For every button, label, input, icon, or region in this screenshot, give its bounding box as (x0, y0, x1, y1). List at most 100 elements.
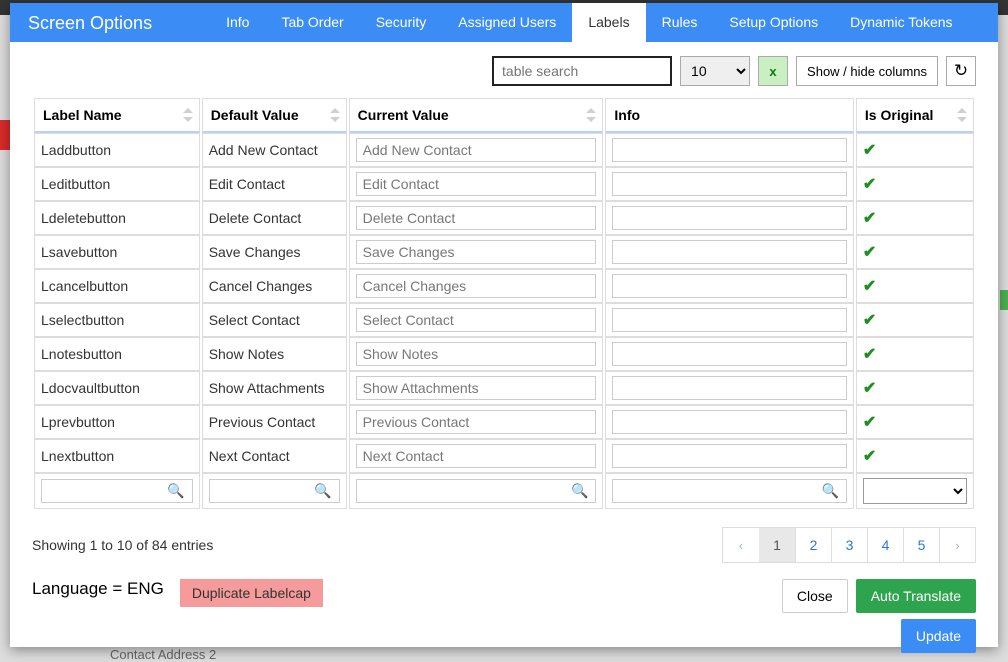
cell-label-name: Lprevbutton (34, 405, 200, 439)
pager-page-2[interactable]: 2 (795, 528, 831, 562)
table-row: LnotesbuttonShow Notes✔ (34, 337, 974, 371)
labels-table: Label Name Default Value Current Value I… (32, 98, 976, 509)
page-size-select[interactable]: 10 (680, 56, 750, 86)
excel-icon: x (769, 64, 776, 79)
tab-dynamic-tokens[interactable]: Dynamic Tokens (834, 3, 968, 42)
cell-is-original: ✔ (856, 337, 974, 371)
input-current-value[interactable] (356, 206, 597, 230)
tab-labels[interactable]: Labels (572, 3, 645, 42)
tab-security[interactable]: Security (360, 3, 443, 42)
input-current-value[interactable] (356, 308, 597, 332)
auto-translate-button[interactable]: Auto Translate (856, 579, 976, 613)
cell-is-original: ✔ (856, 235, 974, 269)
pager-page-3[interactable]: 3 (831, 528, 867, 562)
input-info[interactable] (612, 376, 847, 400)
cell-default-value: Select Contact (202, 303, 347, 337)
modal-tabs: Screen Options InfoTab OrderSecurityAssi… (10, 3, 998, 42)
input-current-value[interactable] (356, 172, 597, 196)
table-row: LeditbuttonEdit Contact ✔ (34, 167, 974, 201)
input-info[interactable] (612, 444, 847, 468)
table-search-input[interactable] (492, 56, 672, 86)
input-current-value[interactable] (356, 274, 597, 298)
cell-is-original: ✔ (856, 167, 974, 201)
cell-label-name: Lcancelbutton (34, 269, 200, 303)
table-row: LnextbuttonNext Contact✔ (34, 439, 974, 473)
pager-page-1[interactable]: 1 (759, 528, 795, 562)
showing-entries-text: Showing 1 to 10 of 84 entries (32, 537, 213, 553)
filter-default-value[interactable] (209, 479, 340, 503)
check-icon: ✔ (863, 312, 876, 329)
input-info[interactable] (612, 172, 847, 196)
pager-page-4[interactable]: 4 (867, 528, 903, 562)
table-row: LselectbuttonSelect Contact ✔ (34, 303, 974, 337)
cell-default-value: Delete Contact (202, 201, 347, 235)
tab-assigned-users[interactable]: Assigned Users (442, 3, 572, 42)
input-current-value[interactable] (356, 376, 597, 400)
cell-label-name: Laddbutton (34, 133, 200, 167)
input-info[interactable] (612, 206, 847, 230)
col-header-label-name[interactable]: Label Name (34, 98, 200, 133)
cell-default-value: Edit Contact (202, 167, 347, 201)
sort-icon (330, 108, 340, 122)
check-icon: ✔ (863, 176, 876, 193)
screen-options-modal: Screen Options InfoTab OrderSecurityAssi… (10, 3, 998, 647)
col-header-info[interactable]: Info (605, 98, 854, 133)
filter-info[interactable] (612, 479, 847, 503)
check-icon: ✔ (863, 278, 876, 295)
input-info[interactable] (612, 240, 847, 264)
export-excel-button[interactable]: x (758, 56, 788, 86)
tab-rules[interactable]: Rules (646, 3, 714, 42)
refresh-button[interactable]: ↻ (946, 56, 976, 86)
input-current-value[interactable] (356, 410, 597, 434)
cell-is-original: ✔ (856, 371, 974, 405)
cell-default-value: Show Attachments (202, 371, 347, 405)
sort-icon (957, 108, 967, 122)
tab-setup-options[interactable]: Setup Options (713, 3, 834, 42)
check-icon: ✔ (863, 210, 876, 227)
cell-is-original: ✔ (856, 303, 974, 337)
filter-current-value[interactable] (356, 479, 597, 503)
sort-icon (586, 108, 596, 122)
check-icon: ✔ (863, 346, 876, 363)
update-button[interactable]: Update (901, 619, 976, 653)
col-header-default-value[interactable]: Default Value (202, 98, 347, 133)
check-icon: ✔ (863, 414, 876, 431)
col-header-current-value[interactable]: Current Value (349, 98, 604, 133)
cell-label-name: Ldeletebutton (34, 201, 200, 235)
input-info[interactable] (612, 342, 847, 366)
input-current-value[interactable] (356, 240, 597, 264)
language-label: Language = ENG (32, 579, 164, 599)
input-current-value[interactable] (356, 342, 597, 366)
pager-next[interactable]: › (939, 528, 975, 562)
pager-page-5[interactable]: 5 (903, 528, 939, 562)
show-hide-columns-button[interactable]: Show / hide columns (796, 56, 938, 86)
input-info[interactable] (612, 138, 847, 162)
input-info[interactable] (612, 410, 847, 434)
cell-is-original: ✔ (856, 439, 974, 473)
duplicate-labelcap-button[interactable]: Duplicate Labelcap (180, 579, 323, 607)
check-icon: ✔ (863, 380, 876, 397)
input-current-value[interactable] (356, 444, 597, 468)
col-header-is-original[interactable]: Is Original (856, 98, 974, 133)
table-row: LprevbuttonPrevious Contact ✔ (34, 405, 974, 439)
cell-default-value: Next Contact (202, 439, 347, 473)
tab-tab-order[interactable]: Tab Order (265, 3, 359, 42)
input-info[interactable] (612, 274, 847, 298)
check-icon: ✔ (863, 244, 876, 261)
cell-default-value: Add New Contact (202, 133, 347, 167)
cell-label-name: Lselectbutton (34, 303, 200, 337)
check-icon: ✔ (863, 142, 876, 159)
tab-info[interactable]: Info (210, 3, 265, 42)
pager: ‹ 12345 › (722, 527, 976, 563)
close-button[interactable]: Close (782, 579, 848, 613)
cell-label-name: Leditbutton (34, 167, 200, 201)
input-info[interactable] (612, 308, 847, 332)
cell-default-value: Cancel Changes (202, 269, 347, 303)
input-current-value[interactable] (356, 138, 597, 162)
filter-label-name[interactable] (41, 479, 193, 503)
filter-is-original[interactable] (863, 478, 967, 504)
cell-is-original: ✔ (856, 201, 974, 235)
table-toolbar: 10 x Show / hide columns ↻ (10, 42, 998, 98)
pager-prev[interactable]: ‹ (723, 528, 759, 562)
cell-default-value: Previous Contact (202, 405, 347, 439)
